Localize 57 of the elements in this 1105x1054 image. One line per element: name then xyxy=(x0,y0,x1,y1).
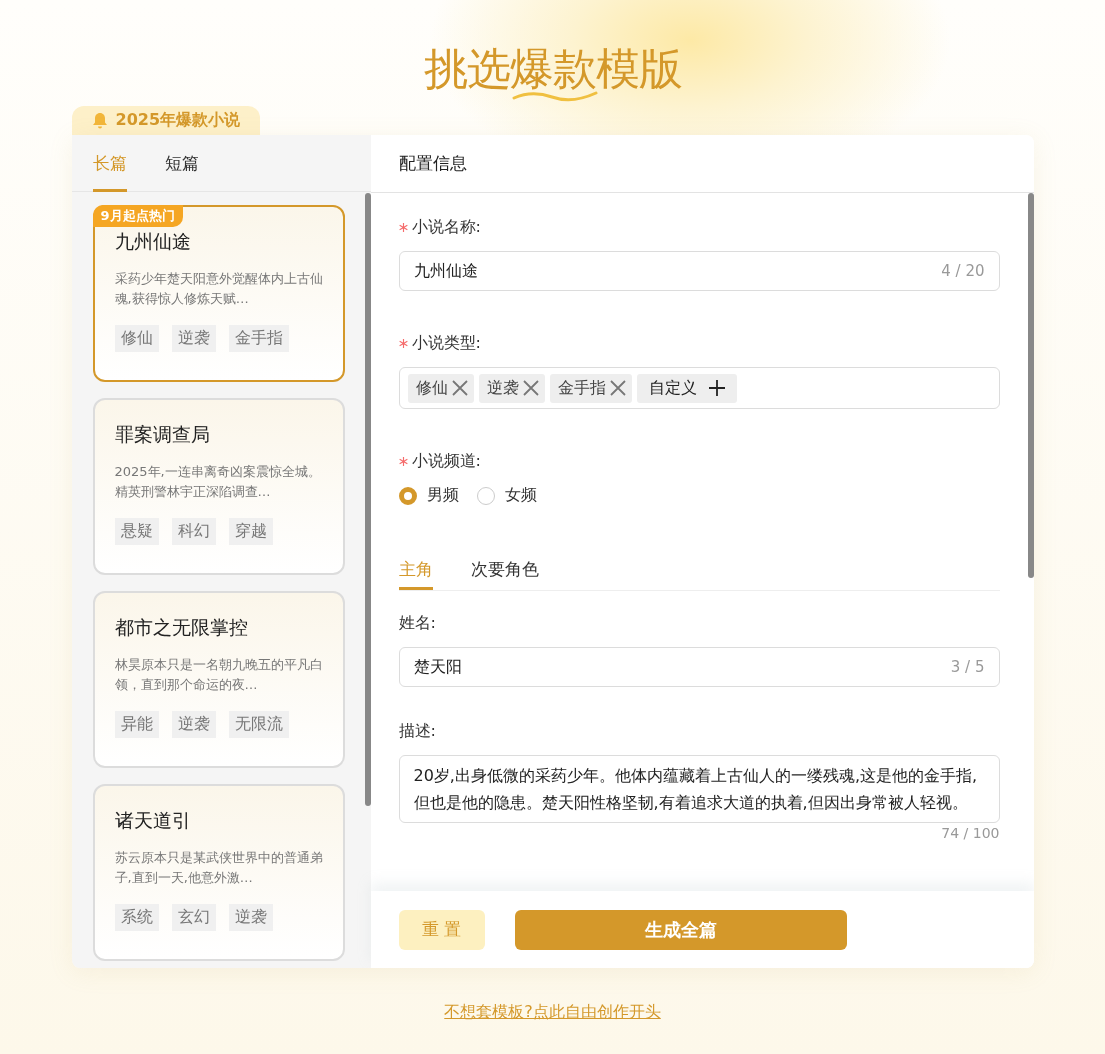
genre-tag: 逆袭 xyxy=(171,711,216,738)
novel-title: 罪案调查局 xyxy=(114,422,211,447)
novel-description: 苏云原本只是某武侠世界中的普通弟子,直到一天,他意外激… xyxy=(114,849,323,887)
novel-card[interactable]: 诸天道引 苏云原本只是某武侠世界中的普通弟子,直到一天,他意外激… 系统 玄幻 逆袭 xyxy=(92,784,345,961)
close-icon[interactable] xyxy=(521,379,540,397)
field-label: 姓名: xyxy=(398,612,436,634)
scrollbar[interactable] xyxy=(1027,193,1034,578)
role-tab[interactable]: 次要角色 xyxy=(470,550,539,590)
novel-title: 都市之无限掌控 xyxy=(114,615,249,640)
radio-label: 男频 xyxy=(426,485,459,506)
genre-tag: 异能 xyxy=(114,711,159,738)
add-custom-button[interactable]: 自定义 xyxy=(636,373,737,403)
length-tab[interactable]: 短篇 xyxy=(164,135,199,192)
panel-heading: 配置信息 xyxy=(370,135,1034,193)
genre-tag: 无限流 xyxy=(228,711,289,738)
genre-tag: 悬疑 xyxy=(114,518,159,545)
field-label: 小说类型: xyxy=(411,332,481,354)
close-icon[interactable] xyxy=(450,379,469,397)
genre-chip: 逆袭 xyxy=(478,373,545,403)
genre-tag: 修仙 xyxy=(114,325,159,352)
novel-description: 2025年,一连串离奇凶案震惊全城。精英刑警林宇正深陷调查… xyxy=(114,463,322,501)
genre-tag: 逆袭 xyxy=(171,325,216,352)
genre-tag: 金手指 xyxy=(228,325,289,352)
novel-card[interactable]: 罪案调查局 2025年,一连串离奇凶案震惊全城。精英刑警林宇正深陷调查… 悬疑 科幻 穿越 xyxy=(92,398,345,575)
field-label: 小说频道: xyxy=(411,450,481,472)
radio-button[interactable] xyxy=(398,486,417,505)
novel-description: 林昊原本只是一名朝九晚五的平凡白领，直到那个命运的夜… xyxy=(114,656,323,694)
novel-card[interactable]: 都市之无限掌控 林昊原本只是一名朝九晚五的平凡白领，直到那个命运的夜… 异能 逆袭 无限流 xyxy=(92,591,345,768)
field-label: 小说名称: xyxy=(411,216,481,238)
genre-tag: 逆袭 xyxy=(228,904,273,931)
text-area[interactable]: 20岁,出身低微的采药少年。他体内蕴藏着上古仙人的一缕残魂,这是他的金手指,但也是他的隐患。楚天阳性格坚韧,有着追求大道的执着,但因出身常被人轻视。 xyxy=(398,755,1000,823)
genre-chip: 修仙 xyxy=(407,373,474,403)
input-field[interactable]: 楚天阳 3 / 5 xyxy=(398,647,1000,687)
novel-title: 九州仙途 xyxy=(114,229,192,254)
radio-button[interactable] xyxy=(476,486,495,505)
genre-tag: 系统 xyxy=(114,904,159,931)
char-counter: 3 / 5 xyxy=(950,658,985,676)
input-field[interactable]: 九州仙途 4 / 20 xyxy=(398,251,1000,291)
radio-label: 女频 xyxy=(504,485,537,506)
genre-tag: 穿越 xyxy=(228,518,273,545)
novel-title: 诸天道引 xyxy=(114,808,192,833)
page-title: 挑选爆款模版 xyxy=(423,40,682,98)
plus-icon xyxy=(708,380,725,396)
genre-tag: 玄幻 xyxy=(171,904,216,931)
novel-card[interactable]: 9月起点热门 九州仙途 采药少年楚天阳意外觉醒体内上古仙魂,获得惊人修炼天赋… 修仙 逆袭 金手指 xyxy=(92,205,345,382)
field-label: 描述: xyxy=(398,720,436,742)
genre-chip: 金手指 xyxy=(549,373,632,403)
char-counter: 4 / 20 xyxy=(941,262,985,280)
char-counter: 74 / 100 xyxy=(941,825,1000,841)
bell-icon xyxy=(91,112,108,129)
scrollbar[interactable] xyxy=(364,193,371,806)
tag-input-field[interactable]: 修仙 逆袭 金手指 自定义 xyxy=(398,367,1000,409)
close-icon[interactable] xyxy=(608,379,627,397)
novel-description: 采药少年楚天阳意外觉醒体内上古仙魂,获得惊人修炼天赋… xyxy=(114,270,323,308)
ribbon-label: 9月起点热门 xyxy=(92,205,183,227)
genre-tag: 科幻 xyxy=(171,518,216,545)
category-badge: 2025年爆款小说 xyxy=(71,106,261,135)
